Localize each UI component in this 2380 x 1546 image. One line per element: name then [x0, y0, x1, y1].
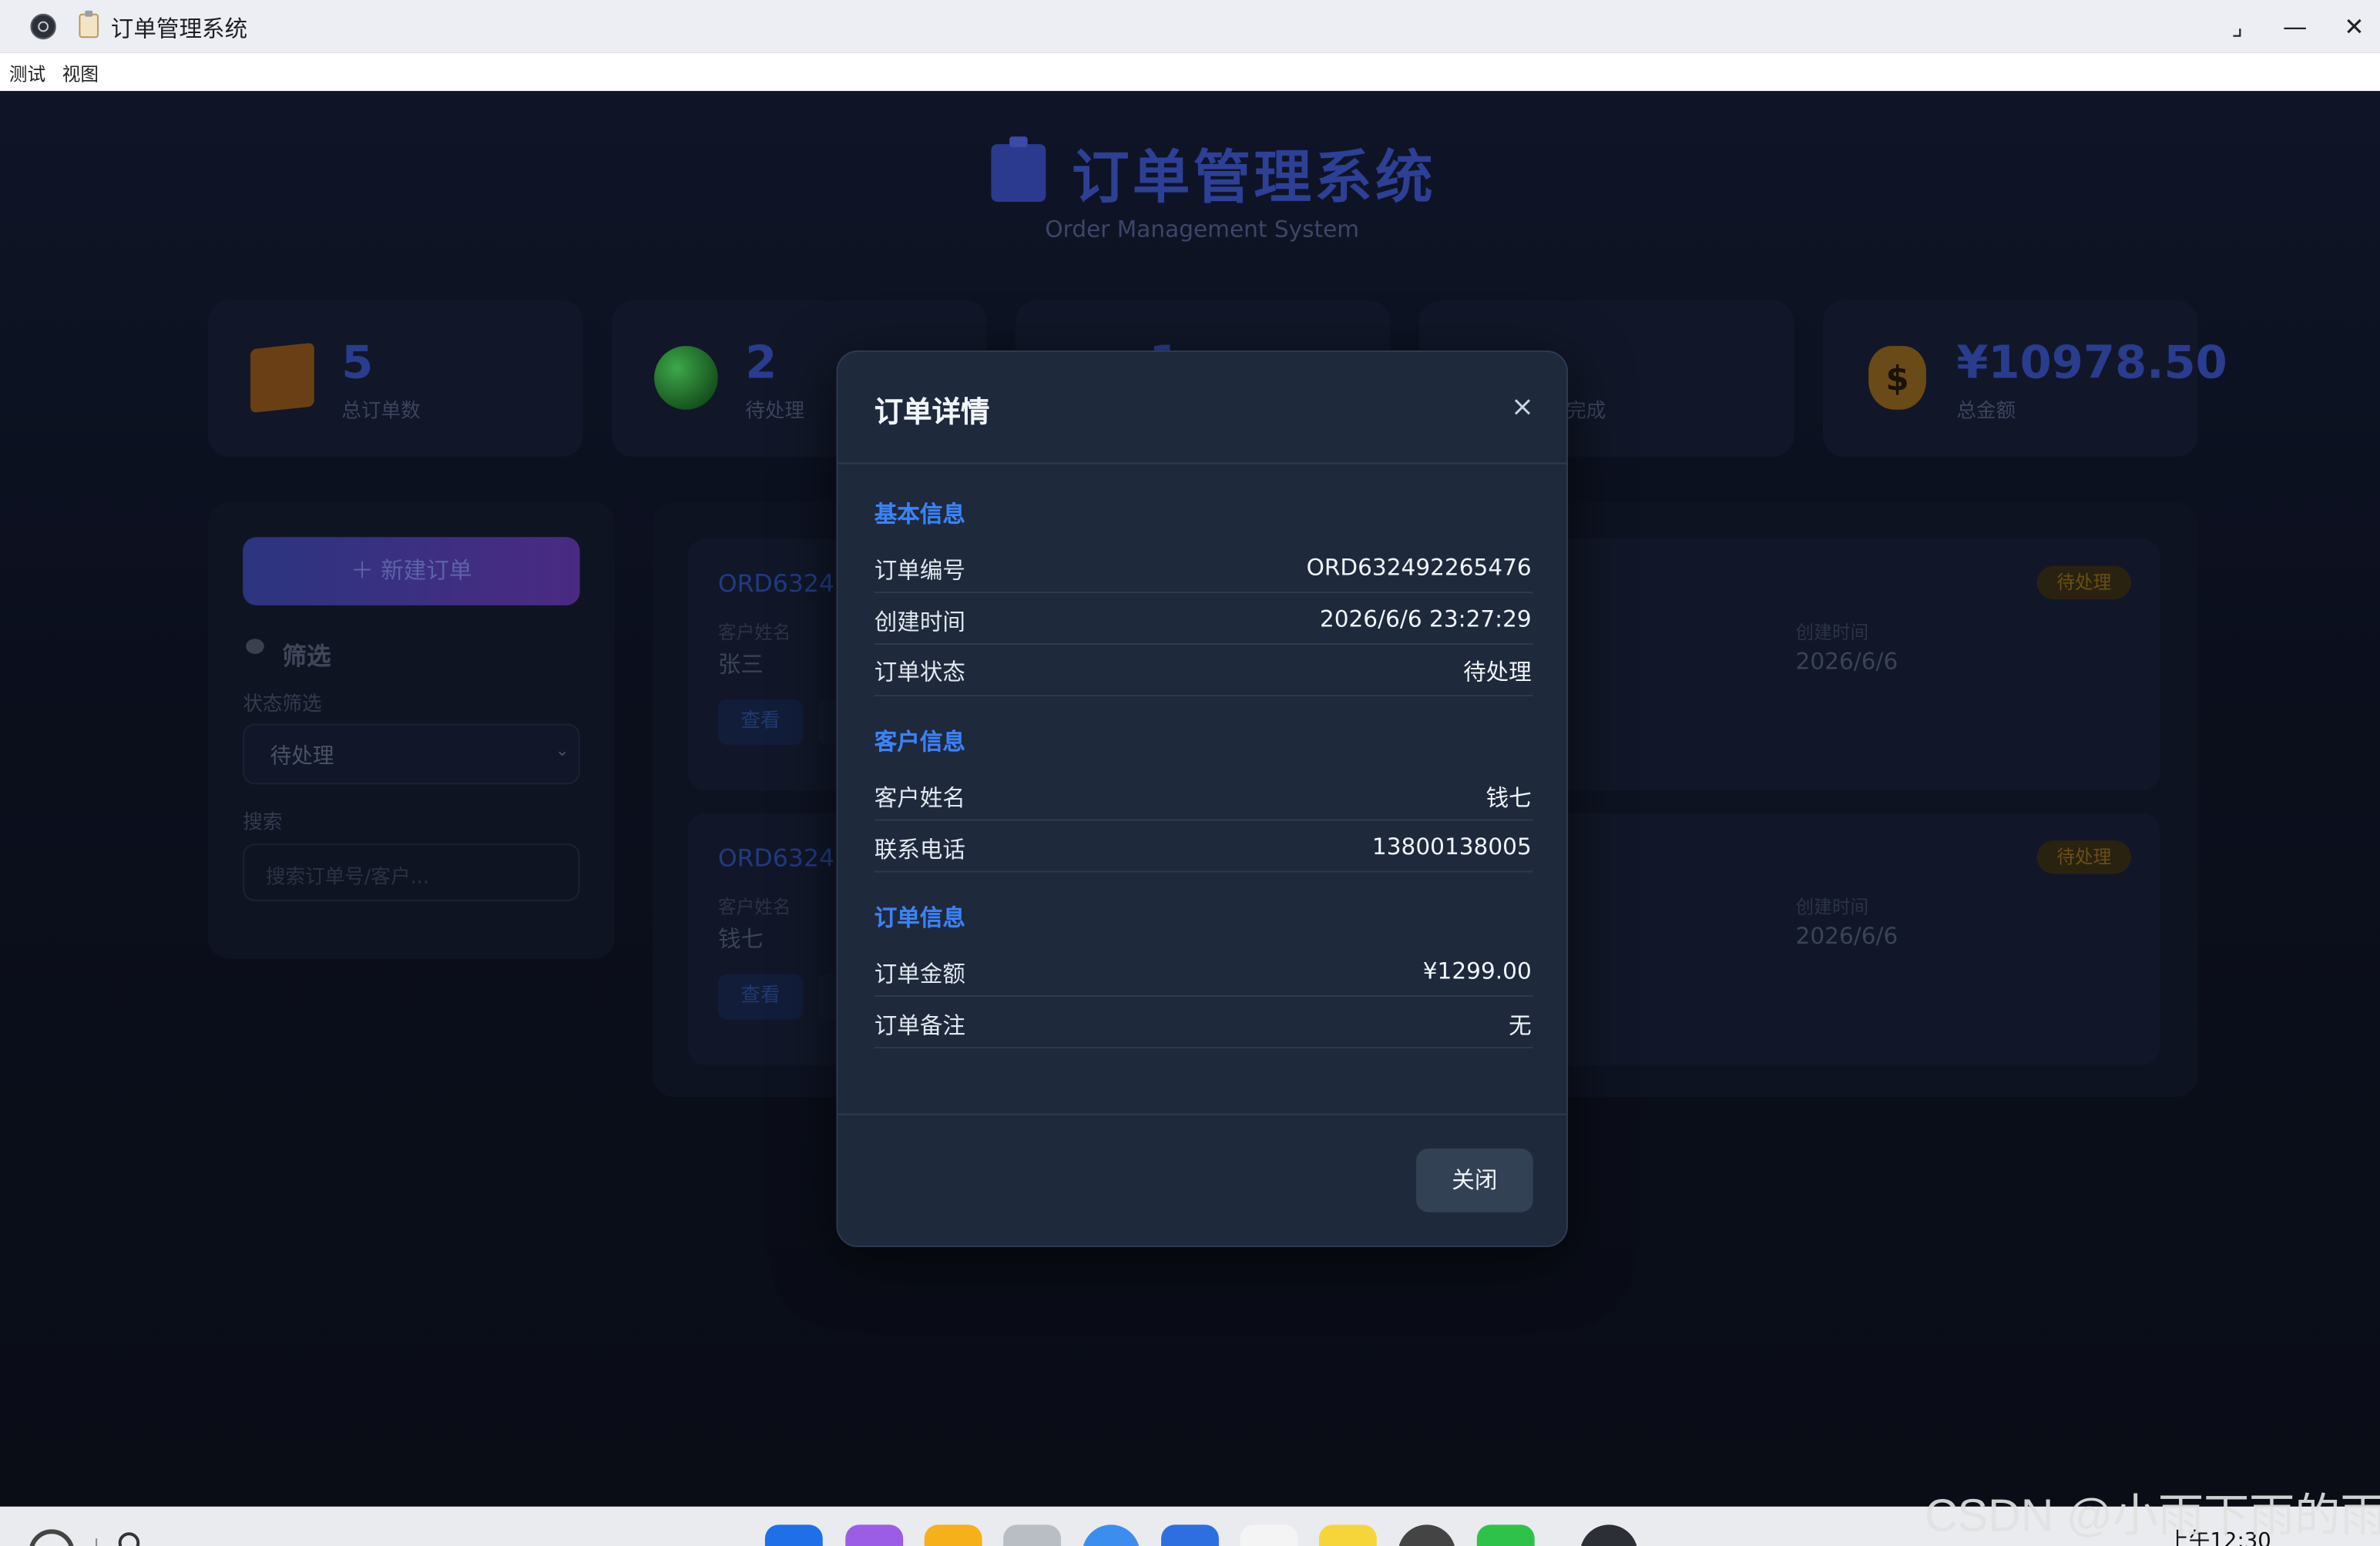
restore-icon[interactable]: ⌟	[2221, 11, 2254, 44]
divider	[874, 695, 1533, 697]
menu-test[interactable]: 测试	[9, 61, 45, 86]
modal-title: 订单详情	[874, 396, 990, 430]
green-circle-icon	[654, 346, 718, 410]
close-icon[interactable]: ×	[1507, 391, 1537, 423]
search-label: 搜索	[243, 811, 283, 835]
created-label: 创建时间	[1795, 622, 1869, 644]
page-subtitle: Order Management System	[1045, 215, 1360, 243]
detail-value: 钱七	[1485, 784, 1532, 812]
search-icon[interactable]	[118, 1532, 140, 1546]
stat-label: 待处理	[745, 400, 805, 424]
files-icon[interactable]	[924, 1524, 982, 1546]
created-label: 创建时间	[1795, 897, 1869, 918]
detail-value: 13800138005	[1371, 833, 1532, 860]
created-date: 2026/6/6	[1795, 648, 1898, 676]
section-title-order: 订单信息	[874, 904, 965, 932]
search-input[interactable]: 搜索订单号/客户...	[243, 843, 580, 901]
browser-icon[interactable]	[1082, 1524, 1140, 1546]
view-button[interactable]: 查看	[717, 974, 804, 1020]
stat-value: ¥10978.50	[1956, 337, 2227, 391]
stat-card-total: 5 总订单数	[207, 300, 583, 457]
close-button[interactable]: 关闭	[1416, 1148, 1533, 1212]
window-title: 订单管理系统	[110, 15, 248, 43]
view-button[interactable]: 查看	[717, 699, 804, 746]
detail-key: 客户姓名	[874, 784, 965, 812]
filter-title: 筛选	[282, 642, 331, 671]
customer-label: 客户姓名	[717, 897, 791, 918]
status-badge: 待处理	[2036, 840, 2131, 874]
stat-value: 5	[341, 337, 374, 391]
detail-value: ¥1299.00	[1422, 957, 1532, 985]
status-badge: 待处理	[2036, 565, 2131, 599]
menu-bar: 测试 视图	[0, 52, 2380, 92]
detail-key: 联系电话	[874, 836, 965, 864]
divider	[874, 819, 1533, 821]
customer-label: 客户姓名	[717, 622, 791, 644]
status-filter-label: 状态筛选	[243, 693, 322, 716]
app-running-icon[interactable]	[1579, 1524, 1638, 1546]
stat-label: 总订单数	[341, 400, 421, 424]
divider	[874, 592, 1533, 594]
stat-card-amount: $ ¥10978.50 总金额	[1823, 300, 2227, 457]
photos-icon[interactable]	[1240, 1524, 1298, 1546]
order-id: ORD6324	[717, 843, 835, 873]
divider	[874, 995, 1533, 998]
watermark: CSDN @小雨下雨的雨	[1924, 1491, 2380, 1542]
customer-name: 钱七	[717, 925, 764, 953]
chevron-down-icon: ⌄	[555, 740, 569, 760]
title-bar: 订单管理系统 ⌟ — ✕	[0, 0, 2380, 53]
detail-value: 无	[1509, 1011, 1532, 1040]
settings-icon[interactable]	[1398, 1524, 1456, 1546]
divider	[838, 462, 1567, 464]
trash-icon[interactable]	[1003, 1524, 1062, 1546]
customer-name: 张三	[717, 650, 764, 679]
detail-key: 订单状态	[874, 658, 965, 686]
section-title-basic: 基本信息	[874, 500, 965, 528]
order-id: ORD6324	[717, 568, 835, 599]
clipboard-icon	[79, 10, 99, 39]
detail-value: 2026/6/6 23:27:29	[1319, 605, 1532, 633]
search-placeholder: 搜索订单号/客户...	[265, 866, 430, 890]
section-title-customer: 客户信息	[874, 728, 965, 756]
detail-value: 待处理	[1463, 658, 1532, 686]
order-detail-modal: 订单详情 × 基本信息 订单编号 ORD632492265476 创建时间 20…	[836, 350, 1569, 1247]
launcher-icon[interactable]	[764, 1524, 823, 1546]
divider	[838, 1113, 1567, 1115]
divider	[96, 1538, 98, 1546]
stat-label: 总金额	[1956, 400, 2016, 424]
money-bag-icon: $	[1868, 346, 1926, 410]
start-icon[interactable]	[29, 1529, 75, 1546]
filter-icon	[246, 639, 264, 654]
detail-key: 订单备注	[874, 1011, 965, 1040]
stat-value: 2	[745, 337, 777, 391]
close-window-icon[interactable]: ✕	[2338, 11, 2371, 44]
notes-icon[interactable]	[1318, 1524, 1377, 1546]
detail-key: 订单编号	[874, 556, 965, 585]
page-title: 订单管理系统	[1071, 144, 1436, 211]
status-filter-value: 待处理	[270, 745, 334, 770]
divider	[874, 643, 1533, 646]
chat-icon[interactable]	[1476, 1524, 1535, 1546]
detail-value: ORD632492265476	[1306, 553, 1532, 582]
clipboard-icon	[991, 136, 1046, 202]
app-icon[interactable]	[845, 1524, 904, 1546]
new-order-button[interactable]: ＋ 新建订单	[243, 537, 580, 605]
menu-view[interactable]: 视图	[62, 61, 99, 86]
status-filter-select[interactable]: 待处理 ⌄	[243, 723, 580, 785]
created-date: 2026/6/6	[1795, 922, 1898, 950]
mail-icon[interactable]	[1161, 1524, 1219, 1546]
minimize-icon[interactable]: —	[2278, 11, 2311, 44]
detail-key: 创建时间	[874, 608, 965, 636]
detail-key: 订单金额	[874, 960, 965, 988]
divider	[874, 870, 1533, 873]
screen: 订单管理系统 ⌟ — ✕ 测试 视图 订单管理系统 Order Manageme…	[0, 0, 2380, 1546]
divider	[874, 1047, 1533, 1048]
package-icon	[250, 342, 314, 414]
app-logo-icon	[30, 13, 56, 40]
